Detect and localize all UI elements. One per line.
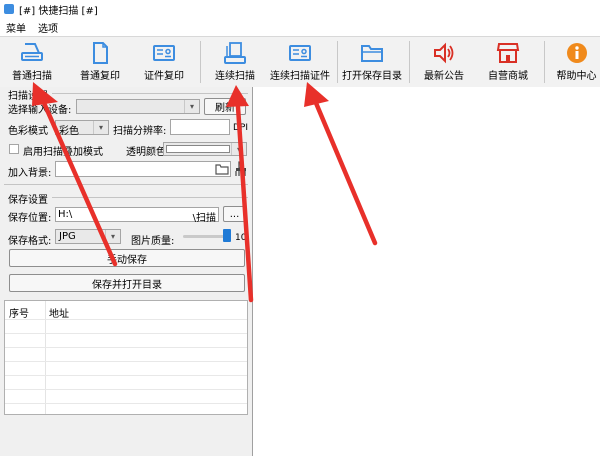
save-format-label: 保存格式: [8, 236, 52, 247]
normal-scan-button[interactable]: 普通扫描 [6, 37, 58, 87]
browse-button[interactable]: ... [223, 206, 246, 222]
continuous-scan-label: 连续扫描 [215, 71, 255, 82]
normal-copy-button[interactable]: 普通复印 [74, 37, 126, 87]
table-row [5, 319, 247, 320]
settings-panel: 扫描设置 选择输入设备: ▾ 刷新 色彩模式 彩色 ▾ 扫描分辨率: DPI 启… [0, 87, 253, 456]
chevron-down-icon: ▾ [93, 121, 108, 134]
toolbar-separator [200, 41, 201, 83]
save-location-suffix: \扫描 [192, 213, 216, 224]
shop-label: 自营商城 [488, 71, 528, 82]
divider [52, 197, 248, 198]
chevron-down-icon: ▾ [184, 100, 199, 113]
chevron-down-icon: ▾ [105, 230, 120, 243]
overlay-checkbox-label: 启用扫描叠加模式 [23, 147, 103, 158]
scan-settings-title: 扫描设置 [8, 91, 48, 102]
scanner-icon [21, 43, 43, 61]
divider [4, 184, 248, 185]
device-select[interactable]: ▾ [76, 99, 200, 114]
window-title: [#] 快捷扫描 [#] [19, 5, 98, 17]
background-label: 加入背景: [8, 168, 52, 179]
divider [52, 93, 248, 94]
menu-item-options[interactable]: 选项 [32, 20, 64, 35]
table-row [5, 375, 247, 376]
quality-slider-thumb[interactable] [223, 229, 231, 242]
column-divider [45, 301, 46, 414]
overlay-checkbox[interactable] [9, 144, 19, 154]
save-location-input[interactable]: H:\ \扫描 [55, 207, 219, 224]
open-save-dir-label: 打开保存目录 [342, 71, 402, 82]
save-settings-title: 保存设置 [8, 195, 48, 206]
folder-icon[interactable] [215, 163, 229, 175]
color-mode-select[interactable]: 彩色 ▾ [55, 120, 109, 137]
normal-scan-label: 普通扫描 [12, 71, 52, 82]
background-input[interactable] [55, 161, 231, 177]
resolution-label: 扫描分辨率: [113, 126, 167, 137]
toolbar-separator [337, 41, 338, 83]
menu-bar: 菜单 选项 [0, 18, 600, 36]
table-row [5, 403, 247, 404]
continuous-id-scan-label: 连续扫描证件 [270, 71, 330, 82]
open-save-dir-button[interactable]: 打开保存目录 [341, 37, 403, 87]
toolbar-separator [409, 41, 410, 83]
continuous-scan-button[interactable]: 连续扫描 [209, 37, 261, 87]
table-row [5, 347, 247, 348]
id-copy-label: 证件复印 [144, 71, 184, 82]
save-location-value: H:\ [58, 209, 73, 220]
id-card-icon [289, 45, 311, 61]
continuous-id-scan-button[interactable]: 连续扫描证件 [268, 37, 332, 87]
speaker-icon [434, 42, 454, 64]
id-card-icon [153, 45, 175, 61]
toolbar-separator [544, 41, 545, 83]
scanner-stack-icon [224, 42, 246, 64]
dpi-label: DPI [233, 123, 249, 133]
color-mode-value: 彩色 [59, 126, 79, 137]
id-copy-button[interactable]: 证件复印 [138, 37, 190, 87]
shop-button[interactable]: 自营商城 [482, 37, 534, 87]
shop-icon [496, 43, 520, 63]
preview-area [253, 87, 600, 456]
document-icon [93, 42, 108, 64]
app-icon [4, 4, 14, 14]
transparent-color-select[interactable]: ▾ [163, 142, 247, 156]
table-row [5, 389, 247, 390]
quality-slider-track[interactable] [183, 229, 231, 242]
info-icon [566, 43, 587, 63]
table-row [5, 361, 247, 362]
save-open-dir-button[interactable]: 保存并打开目录 [9, 274, 245, 292]
column-header-index: 序号 [9, 309, 29, 320]
quality-value: 10 [235, 233, 247, 243]
image-quality-label: 图片质量: [131, 236, 175, 247]
table-row [5, 333, 247, 334]
save-format-select[interactable]: JPG ▾ [55, 229, 121, 244]
normal-copy-label: 普通复印 [80, 71, 120, 82]
manual-save-button[interactable]: 手动保存 [9, 249, 245, 267]
refresh-button[interactable]: 刷新 [204, 98, 246, 115]
save-location-label: 保存位置: [8, 213, 52, 224]
color-mode-label: 色彩模式 [8, 126, 48, 137]
chevron-down-icon: ▾ [231, 143, 246, 155]
latest-news-label: 最新公告 [424, 71, 464, 82]
save-format-value: JPG [59, 231, 76, 242]
column-header-address: 地址 [49, 309, 69, 320]
menu-item-menu[interactable]: 菜单 [0, 20, 32, 35]
resolution-input[interactable] [170, 119, 230, 135]
color-swatch [166, 145, 230, 153]
latest-news-button[interactable]: 最新公告 [418, 37, 470, 87]
title-bar: [#] 快捷扫描 [#] [0, 0, 600, 18]
toolbar: 普通扫描 普通复印 证件复印 连续扫描 连续扫描证件 打开保存目录 最新公告 自… [0, 36, 600, 88]
brush-icon[interactable] [234, 161, 248, 177]
device-label: 选择输入设备: [8, 105, 72, 116]
file-table: 序号 地址 [4, 300, 248, 415]
help-center-button[interactable]: 帮助中心 [553, 37, 600, 87]
folder-icon [361, 45, 383, 62]
help-center-label: 帮助中心 [556, 71, 597, 82]
